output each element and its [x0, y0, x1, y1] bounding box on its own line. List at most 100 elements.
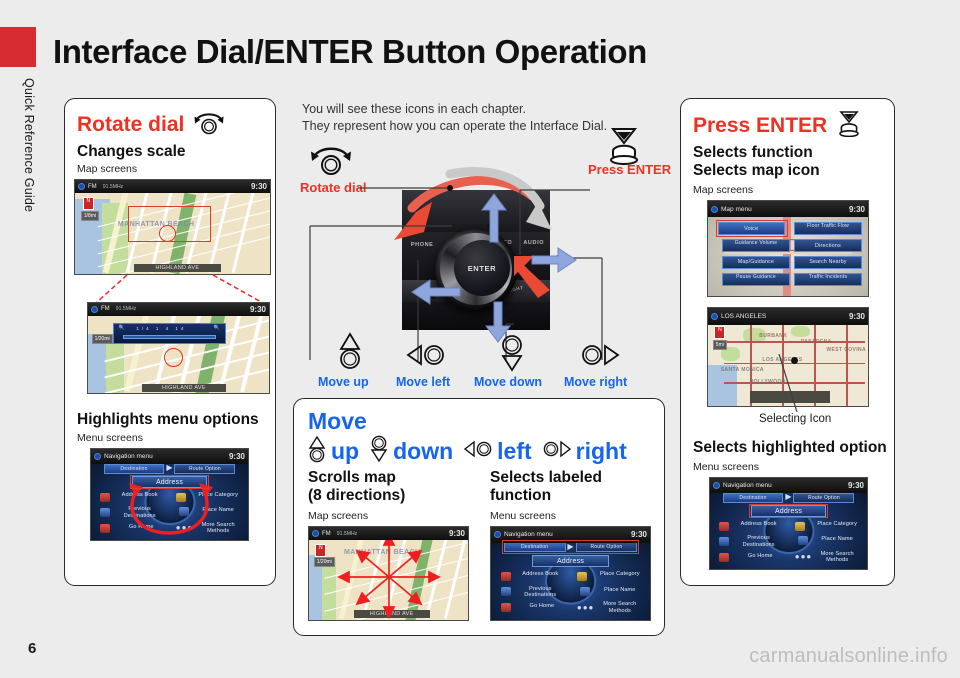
more-methods-icon-move: ●●● [576, 603, 595, 613]
map-menu-item-traffic-incidents[interactable]: Traffic Incidents [794, 273, 862, 287]
nav-menu-title: Navigation menu [104, 453, 153, 461]
menu-item-place-name-enter[interactable]: Place Name [814, 536, 861, 542]
enter-item-0-sub: Map screens [693, 184, 754, 196]
move-direction-row: up down left right [306, 435, 627, 468]
map-menu-item-pause-guidance[interactable]: Pause Guidance [722, 273, 790, 287]
enter-item-0-title: Selects function Selects map icon [693, 144, 820, 180]
map-menu-home-icon [711, 205, 718, 213]
map-menu-item-directions[interactable]: Directions [794, 239, 862, 253]
nav-home-icon-enter [713, 482, 720, 490]
zoom-scale-slider[interactable]: 🔍 🔍 1/4 1 4 14 [113, 322, 226, 345]
zoom-region-box [127, 206, 212, 243]
screen-map-zoom[interactable]: BEACH HIGHLAND AVE 1/20mi 🔍 🔍 1/4 1 4 14… [87, 302, 270, 394]
menu-item-address-move[interactable]: Address [532, 554, 609, 567]
enter-label: ENTER [467, 263, 497, 273]
move-col-1-title-l2: function [490, 486, 552, 504]
move-col-0-title: Scrolls map (8 directions) [308, 469, 468, 505]
screen-map-wide[interactable]: MANHATTAN BEACH HIGHLAND AVE N 1/8mi FM … [74, 179, 271, 275]
map-scale-badge-la: 5mi [712, 340, 727, 351]
status-freq: 91.5MHz [102, 184, 123, 190]
map-la-title: LOS ANGELES [721, 312, 767, 320]
rotate-item-1-sub: Menu screens [77, 432, 143, 444]
menu-tab-row-enter: Destination ▶ Route Option [722, 492, 855, 503]
move-col-1-title-l1: Selects labeled [490, 469, 603, 486]
rotate-dial-icon [192, 109, 226, 141]
nav-home-icon-move [494, 531, 501, 539]
menu-item-place-name-move[interactable]: Place Name [596, 587, 644, 593]
map-menu-title: Map menu [721, 205, 752, 213]
dial-right-icon-inline [541, 438, 573, 465]
place-name-icon-enter [797, 536, 808, 546]
highlight-box-tabs [502, 540, 639, 554]
map-canvas-scroll: MANHATTAN BEACH N 1/20mi HIGHLAND AVE [309, 527, 468, 620]
menu-item-address-book-move[interactable]: Address Book [520, 571, 561, 577]
map-la-label-0: BURBANK [759, 333, 788, 340]
page-number: 6 [28, 640, 37, 657]
map-la-label-5: WEST COVINA [826, 347, 867, 354]
move-col-0-title-l1: Scrolls map [308, 469, 396, 486]
map-menu-item-map-guidance[interactable]: Map/Guidance [722, 256, 790, 270]
press-enter-icon [835, 109, 863, 143]
move-col-0-title-l2: (8 directions) [308, 486, 406, 504]
north-indicator-icon: N [82, 196, 94, 210]
screen-status-bar-scroll: FM 91.5MHz 9:30 [309, 527, 468, 541]
menu-item-more-search-methods-move[interactable]: More Search Methods [596, 601, 644, 614]
nav-menu-status-bar: Navigation menu 9:30 [91, 449, 248, 465]
screen-nav-menu-move[interactable]: Destination ▶ Route Option Address Addre… [490, 526, 651, 621]
map-la-status-bar: LOS ANGELES 9:30 [708, 308, 868, 325]
menu-item-go-home-move[interactable]: Go Home [520, 603, 565, 609]
status-home-icon-zoom [91, 305, 98, 313]
status-band: FM [88, 183, 97, 190]
screen-map-menu[interactable]: Voice Floor Traffic Flow Guidance Volume… [707, 200, 869, 297]
map-menu-item-floor-traffic-flow[interactable]: Floor Traffic Flow [794, 221, 862, 236]
menu-item-go-home-enter[interactable]: Go Home [738, 553, 782, 559]
place-category-icon-move [576, 571, 587, 581]
nav-menu-clock-enter: 9:30 [847, 481, 864, 491]
selecting-icon-caption: Selecting Icon [759, 413, 832, 425]
status-clock: 9:30 [250, 182, 267, 192]
page-title: Interface Dial/ENTER Button Operation [53, 33, 647, 70]
menu-item-address-book-enter[interactable]: Address Book [738, 521, 779, 527]
screen-nav-menu-enter[interactable]: Destination ▶ Route Option Address Addre… [709, 477, 868, 570]
address-book-icon-enter [719, 521, 730, 531]
screen-map-los-angeles[interactable]: BURBANK PASADENA LOS ANGELES SANTA MONIC… [707, 307, 869, 407]
status-freq-scroll: 91.5MHz [336, 530, 357, 537]
map-menu-item-guidance-volume[interactable]: Guidance Volume [722, 239, 790, 253]
map-menu-status-bar: Map menu 9:30 [708, 201, 868, 218]
dial-right-icon [578, 340, 622, 375]
rotate-dial-callout-icon [308, 142, 354, 181]
map-menu-item-search-nearby[interactable]: Search Nearby [794, 256, 862, 270]
highlight-box-address-enter [749, 504, 828, 519]
move-col-1-sub: Menu screens [490, 510, 556, 522]
screen-nav-menu-rotate[interactable]: Destination ▶ Route Option Address Addre… [90, 448, 249, 541]
highlight-box-voice [716, 220, 788, 238]
callout-move-right-label: Move right [564, 375, 628, 389]
screen-map-scroll[interactable]: MANHATTAN BEACH N 1/20mi HIGHLAND AVE FM… [308, 526, 469, 621]
menu-item-previous-destinations-enter[interactable]: Previous Destinations [735, 535, 782, 548]
menu-item-place-category-enter[interactable]: Place Category [814, 521, 861, 527]
menu-item-previous-destinations-move[interactable]: Previous Destinations [516, 586, 564, 599]
rotate-item-0-sub: Map screens [77, 163, 138, 175]
enter-knob[interactable]: ENTER [453, 240, 511, 297]
sidebar: Quick Reference Guide [0, 27, 36, 327]
place-category-icon-enter [794, 521, 805, 531]
dial-left-icon-inline [462, 438, 494, 465]
dial-left-icon [404, 340, 448, 375]
dial-up-icon-inline [306, 435, 328, 468]
press-enter-heading: Press ENTER [693, 114, 828, 137]
menu-item-more-search-methods-enter[interactable]: More Search Methods [814, 551, 861, 564]
watermark: carmanualsonline.info [749, 645, 948, 667]
callout-press-enter-label: Press ENTER [588, 162, 672, 177]
tab-route-option-enter[interactable]: Route Option [793, 492, 855, 503]
previous-destinations-icon-move [500, 587, 511, 597]
eight-direction-arrows [337, 533, 441, 619]
menu-item-place-category-move[interactable]: Place Category [596, 571, 644, 577]
map-la-label-3: SANTA MONICA [720, 366, 764, 373]
move-up-label: up [331, 438, 360, 464]
tab-separator-icon-enter: ▶ [785, 492, 792, 502]
tab-destination-enter[interactable]: Destination [722, 492, 784, 503]
nav-menu-title-move: Navigation menu [504, 531, 553, 539]
callout-rotate-dial-label: Rotate dial [300, 180, 367, 195]
nav-home-icon [94, 453, 101, 461]
callout-move-up-label: Move up [318, 375, 369, 389]
